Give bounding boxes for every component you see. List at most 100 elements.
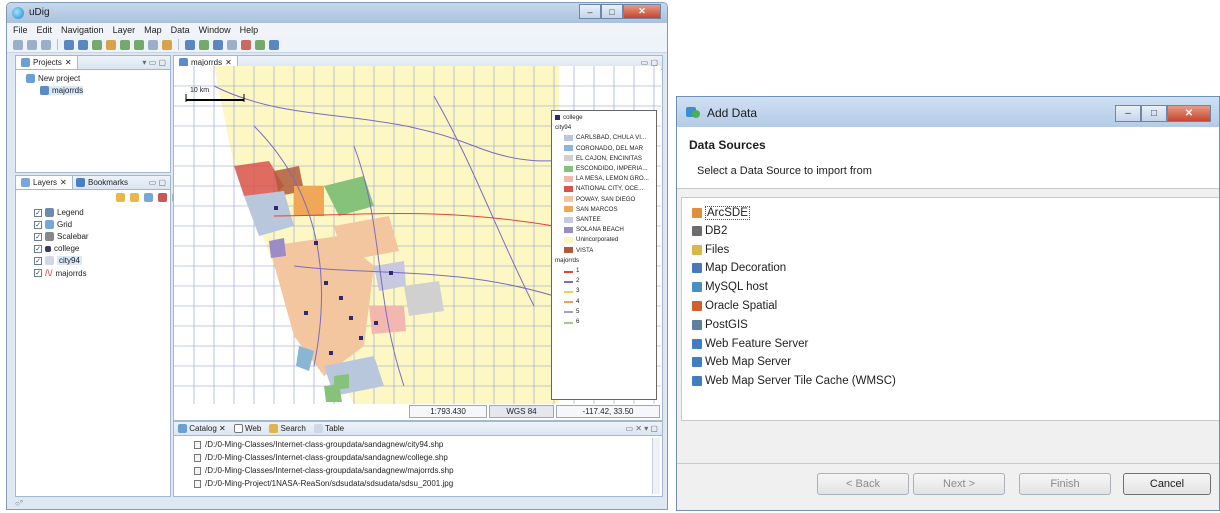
data-source-item[interactable]: Files xyxy=(692,244,729,256)
data-source-label: Map Decoration xyxy=(705,262,787,275)
tab-web[interactable]: Web xyxy=(233,424,261,434)
minimize-button[interactable]: – xyxy=(1115,105,1141,122)
layer-item-grid[interactable]: ✓ Grid xyxy=(34,220,72,229)
pan-icon[interactable] xyxy=(92,39,102,50)
data-source-item[interactable]: Web Feature Server xyxy=(692,338,808,350)
tab-layers[interactable]: Layers ✕ xyxy=(16,176,73,189)
save-icon[interactable] xyxy=(27,39,37,50)
legend-label: Unincorporated xyxy=(576,236,619,244)
move-down-icon[interactable] xyxy=(130,193,139,202)
layer-item-college[interactable]: ✓ college xyxy=(34,244,79,253)
legend-label: POWAY, SAN DIEGO xyxy=(576,195,636,203)
layer-visibility-checkbox[interactable]: ✓ xyxy=(34,232,42,241)
line-icon[interactable] xyxy=(227,39,237,50)
data-source-item[interactable]: Map Decoration xyxy=(692,262,786,274)
tab-label: Search xyxy=(280,423,306,433)
remove-layer-icon[interactable] xyxy=(158,193,167,202)
rectangle-icon[interactable] xyxy=(213,39,223,50)
data-source-item[interactable]: Web Map Server xyxy=(692,356,791,368)
menu-data[interactable]: Data xyxy=(171,25,190,35)
scale-field[interactable]: 1:793.430 xyxy=(409,405,487,418)
close-button[interactable]: ✕ xyxy=(623,4,661,19)
move-up-icon[interactable] xyxy=(116,193,125,202)
tab-projects[interactable]: Projects ✕ xyxy=(16,56,78,69)
menu-help[interactable]: Help xyxy=(240,25,259,35)
polygon-icon[interactable] xyxy=(241,39,251,50)
college-point xyxy=(349,316,353,320)
info-icon[interactable] xyxy=(148,39,158,50)
layer-visibility-checkbox[interactable]: ✓ xyxy=(34,208,42,217)
layer-visibility-checkbox[interactable]: ✓ xyxy=(34,220,42,229)
menu-layer[interactable]: Layer xyxy=(113,25,136,35)
zoom-in-icon[interactable] xyxy=(120,39,130,50)
vertex-icon[interactable] xyxy=(255,39,265,50)
toolbar-separator xyxy=(57,39,58,50)
city-imperial-beach-polygon xyxy=(324,384,342,402)
next-button[interactable]: Next > xyxy=(913,473,1005,495)
menu-window[interactable]: Window xyxy=(199,25,231,35)
catalog-item[interactable]: /D:/0-Ming-Classes/Internet-class-groupd… xyxy=(194,466,454,475)
back-button[interactable]: < Back xyxy=(817,473,909,495)
maximize-button[interactable]: □ xyxy=(601,4,623,19)
crs-button[interactable]: WGS 84 xyxy=(489,405,554,418)
menu-file[interactable]: File xyxy=(13,25,28,35)
tools-icon[interactable] xyxy=(269,39,279,50)
fill-swatch-icon xyxy=(564,206,573,213)
tab-bookmarks[interactable]: Bookmarks xyxy=(76,178,128,187)
catalog-item[interactable]: /D:/0-Ming-Project/1NASA-ReaSon/sdsudata… xyxy=(194,479,453,488)
data-source-item[interactable]: ArcSDE xyxy=(692,206,750,220)
data-source-item[interactable]: MySQL host xyxy=(692,281,768,293)
catalog-scrollbar[interactable] xyxy=(652,438,660,494)
maximize-button[interactable]: □ xyxy=(1141,105,1167,122)
coordinate-display: -117.42, 33.50 xyxy=(556,405,660,418)
catalog-view-controls[interactable]: ▭ ✕ ▾ ▢ xyxy=(625,424,658,433)
legend-label: college xyxy=(563,114,583,121)
layer-item-scalebar[interactable]: ✓ Scalebar xyxy=(34,232,89,241)
view-menu-icon[interactable]: ▭ ▢ xyxy=(149,178,166,187)
menu-edit[interactable]: Edit xyxy=(37,25,53,35)
finish-button[interactable]: Finish xyxy=(1019,473,1111,495)
legend-item-road: 2 xyxy=(564,277,579,284)
close-tab-icon[interactable]: ✕ xyxy=(60,178,67,187)
data-source-item[interactable]: Web Map Server Tile Cache (WMSC) xyxy=(692,375,896,387)
menu-map[interactable]: Map xyxy=(144,25,162,35)
tab-catalog[interactable]: Catalog ✕ xyxy=(178,424,226,434)
catalog-item[interactable]: /D:/0-Ming-Classes/Internet-class-groupd… xyxy=(194,440,443,449)
minimize-button[interactable]: – xyxy=(579,4,601,19)
layer-item-legend[interactable]: ✓ Legend xyxy=(34,208,84,217)
data-source-label: DB2 xyxy=(705,224,728,237)
print-icon[interactable] xyxy=(41,39,51,50)
add-feature-icon[interactable] xyxy=(199,39,209,50)
data-source-item[interactable]: DB2 xyxy=(692,225,727,237)
add-layer-icon[interactable] xyxy=(144,193,153,202)
zoom-out-icon[interactable] xyxy=(134,39,144,50)
project-item-new-project[interactable]: New project xyxy=(26,74,80,83)
layer-visibility-checkbox[interactable]: ✓ xyxy=(34,244,42,253)
title-bar: uDig – □ ✕ xyxy=(7,3,667,23)
arcsde-icon xyxy=(692,208,702,218)
dialog-banner: Data Sources Select a Data Source to imp… xyxy=(677,127,1219,189)
back-icon[interactable] xyxy=(64,39,74,50)
menu-navigation[interactable]: Navigation xyxy=(61,25,104,35)
legend-heading-label: city94 xyxy=(555,124,572,132)
catalog-item[interactable]: /D:/0-Ming-Classes/Internet-class-groupd… xyxy=(194,453,448,462)
layer-item-majorrds[interactable]: ✓ /\/ majorrds xyxy=(34,268,87,278)
data-source-item[interactable]: Oracle Spatial xyxy=(692,300,777,312)
new-icon[interactable] xyxy=(13,39,23,50)
cancel-button[interactable]: Cancel xyxy=(1123,473,1211,495)
data-source-item[interactable]: PostGIS xyxy=(692,319,748,331)
selection-icon[interactable] xyxy=(185,39,195,50)
layer-visibility-checkbox[interactable]: ✓ xyxy=(34,269,42,277)
wfs-icon xyxy=(692,338,702,349)
project-item-majorrds[interactable]: majorrds xyxy=(40,86,84,95)
tab-search[interactable]: Search xyxy=(269,423,306,434)
zoom-extent-icon[interactable] xyxy=(106,39,116,50)
close-button[interactable]: ✕ xyxy=(1167,105,1211,122)
layer-item-city94[interactable]: ✓ city94 xyxy=(34,256,82,265)
view-menu-icon[interactable]: ▾ ▭ ▢ xyxy=(142,58,166,67)
edit-icon[interactable] xyxy=(162,39,172,50)
close-tab-icon[interactable]: ✕ xyxy=(65,58,72,67)
tab-table[interactable]: Table xyxy=(313,424,344,434)
forward-icon[interactable] xyxy=(78,39,88,50)
layer-visibility-checkbox[interactable]: ✓ xyxy=(34,256,42,265)
